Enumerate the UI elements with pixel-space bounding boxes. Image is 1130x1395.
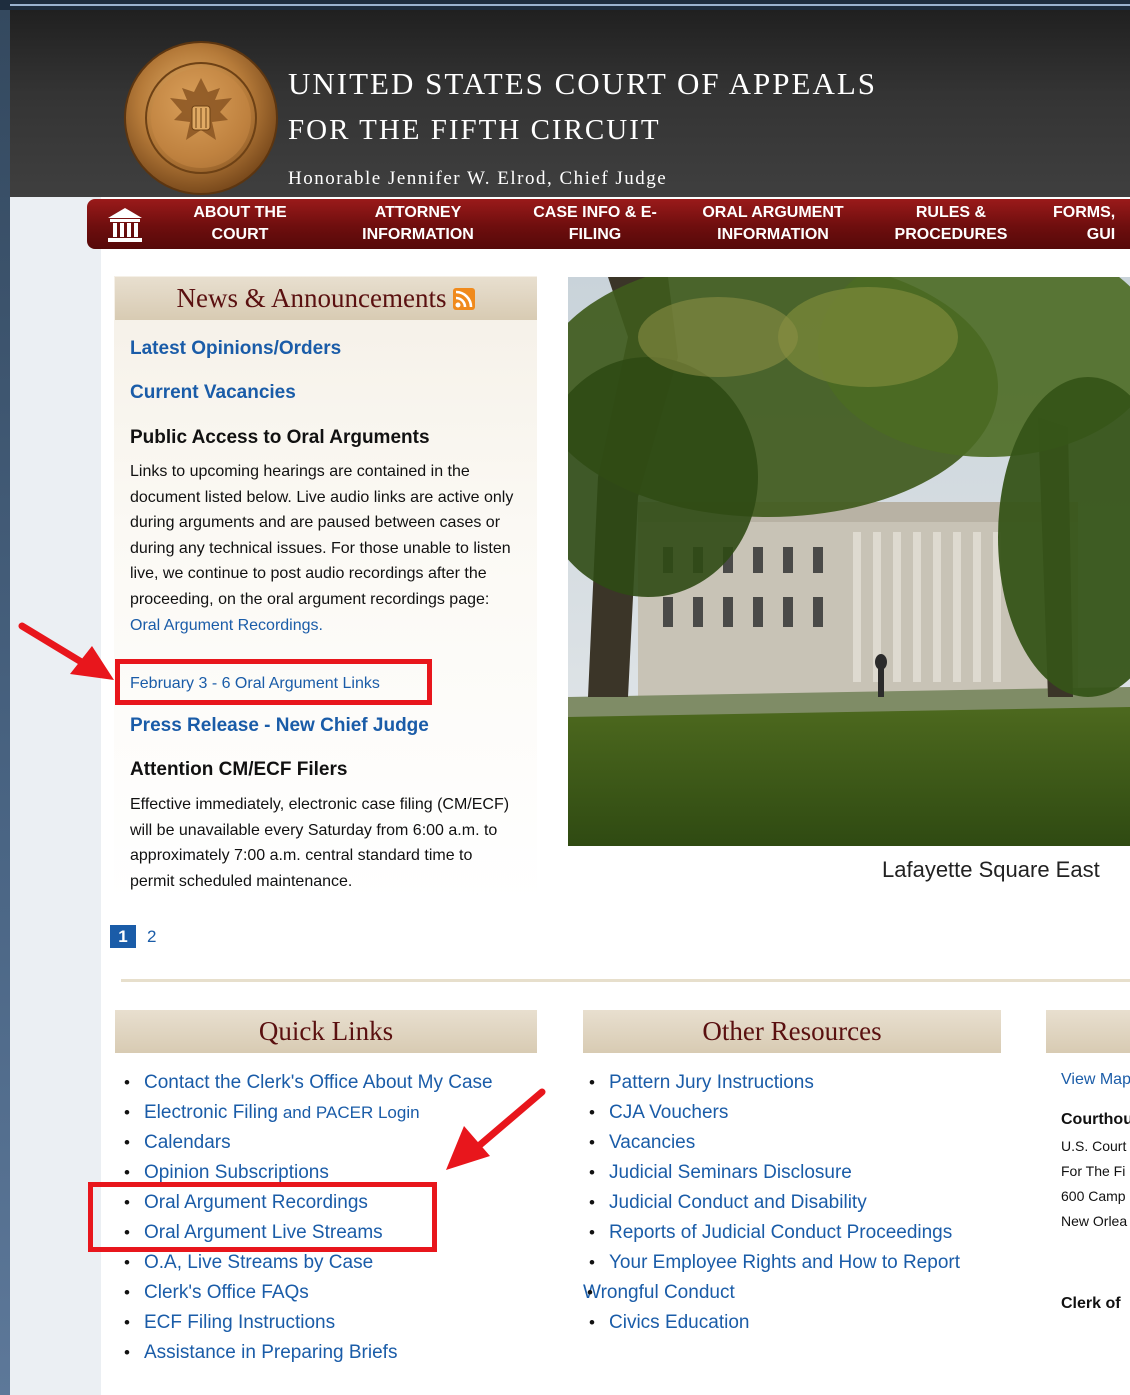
nav-case-info-efiling[interactable]: CASE INFO & E- FILING (517, 199, 673, 249)
oral-arguments-heading: Public Access to Oral Arguments (130, 427, 430, 448)
quick-link-clerks-office-faqs[interactable]: Clerk's Office FAQs (120, 1280, 493, 1310)
quick-link-oral-argument-recordings[interactable]: Oral Argument Recordings (120, 1190, 493, 1220)
press-release-link[interactable]: Press Release - New Chief Judge (130, 715, 429, 737)
courthouse-label: Courthouse (1061, 1111, 1130, 1128)
nav-forms-guides[interactable]: FORMS, GUI (1053, 199, 1130, 249)
nav-attorney-information[interactable]: ATTORNEY INFORMATION (353, 199, 483, 249)
nav-rules-procedures[interactable]: RULES & PROCEDURES (881, 199, 1021, 249)
pager-page-2[interactable]: 2 (147, 925, 156, 948)
resource-pattern-jury-instructions[interactable]: Pattern Jury Instructions (585, 1070, 960, 1100)
quick-links-title: Quick Links (258, 1016, 394, 1046)
site-header: UNITED STATES COURT OF APPEALS FOR THE F… (10, 10, 1130, 197)
court-seal-icon (124, 41, 278, 195)
nav-about-the-court[interactable]: ABOUT THE COURT (175, 199, 305, 249)
resource-vacancies[interactable]: Vacancies (585, 1130, 960, 1160)
other-resources-list: Pattern Jury Instructions CJA Vouchers V… (583, 1070, 960, 1340)
address-line-1: U.S. Court (1061, 1138, 1127, 1154)
resource-civics-education[interactable]: Civics Education (585, 1310, 960, 1340)
photo-caption: Lafayette Square East (882, 857, 1100, 882)
resource-cja-vouchers[interactable]: CJA Vouchers (585, 1100, 960, 1130)
quick-link-oral-argument-live-streams[interactable]: Oral Argument Live Streams (120, 1220, 493, 1250)
cmecf-heading: Attention CM/ECF Filers (130, 759, 348, 780)
courthouse-photo (568, 277, 1130, 846)
quick-link-contact-clerk[interactable]: Contact the Clerk's Office About My Case (120, 1070, 493, 1100)
quick-link-ecf-filing-instructions[interactable]: ECF Filing Instructions (120, 1310, 493, 1340)
quick-link-electronic-filing[interactable]: Electronic Filing and PACER Login (120, 1100, 493, 1130)
resource-judicial-conduct[interactable]: Judicial Conduct and Disability (585, 1190, 960, 1220)
oral-argument-recordings-inline-link[interactable]: Oral Argument Recordings. (130, 617, 323, 634)
courthouse-icon[interactable] (105, 204, 145, 244)
current-vacancies-link[interactable]: Current Vacancies (130, 382, 296, 404)
main-navigation: ABOUT THE COURT ATTORNEY INFORMATION CASE … (87, 199, 1130, 249)
view-map-link[interactable]: View Map (1061, 1071, 1130, 1089)
quick-link-calendars[interactable]: Calendars (120, 1130, 493, 1160)
address-line-3: 600 Camp (1061, 1188, 1126, 1204)
contact-header (1046, 1010, 1130, 1053)
section-divider (121, 979, 1130, 982)
other-resources-header: Other Resources (583, 1010, 1001, 1053)
resource-employee-rights-continued[interactable]: Wrongful Conduct (583, 1280, 960, 1310)
quick-link-oa-live-streams-by-case[interactable]: O.A, Live Streams by Case (120, 1250, 493, 1280)
browser-top-edge (0, 0, 1130, 10)
page-side-gutter (0, 10, 10, 1395)
nav-oral-argument-information[interactable]: ORAL ARGUMENT INFORMATION (688, 199, 858, 249)
oral-arguments-text: Links to upcoming hearings are contained… (130, 463, 514, 634)
clerk-label: Clerk of (1061, 1295, 1121, 1312)
news-announcements-header: News & Announcements (115, 277, 537, 320)
address-line-4: New Orlea (1061, 1213, 1128, 1229)
quick-links-header: Quick Links (115, 1010, 537, 1053)
resource-judicial-seminars[interactable]: Judicial Seminars Disclosure (585, 1160, 960, 1190)
resource-employee-rights[interactable]: Your Employee Rights and How to Report (585, 1250, 960, 1280)
news-announcements-title: News & Announcements (176, 283, 447, 313)
latest-opinions-link[interactable]: Latest Opinions/Orders (130, 338, 341, 360)
other-resources-title: Other Resources (702, 1016, 882, 1046)
rss-feed-icon[interactable] (453, 287, 476, 310)
court-subtitle: FOR THE FIFTH CIRCUIT (288, 114, 661, 146)
court-title: UNITED STATES COURT OF APPEALS (288, 66, 878, 101)
february-oral-argument-links[interactable]: February 3 - 6 Oral Argument Links (130, 675, 380, 693)
quick-links-list: Contact the Clerk's Office About My Case… (120, 1070, 493, 1370)
quick-link-opinion-subscriptions[interactable]: Opinion Subscriptions (120, 1160, 493, 1190)
pager-page-1[interactable]: 1 (110, 925, 136, 948)
address-line-2: For The Fi (1061, 1163, 1126, 1179)
chief-judge-line: Honorable Jennifer W. Elrod, Chief Judge (288, 168, 668, 189)
cmecf-text: Effective immediately, electronic case f… (130, 796, 510, 890)
quick-link-assistance-briefs[interactable]: Assistance in Preparing Briefs (120, 1340, 493, 1370)
resource-reports-judicial-conduct[interactable]: Reports of Judicial Conduct Proceedings (585, 1220, 960, 1250)
